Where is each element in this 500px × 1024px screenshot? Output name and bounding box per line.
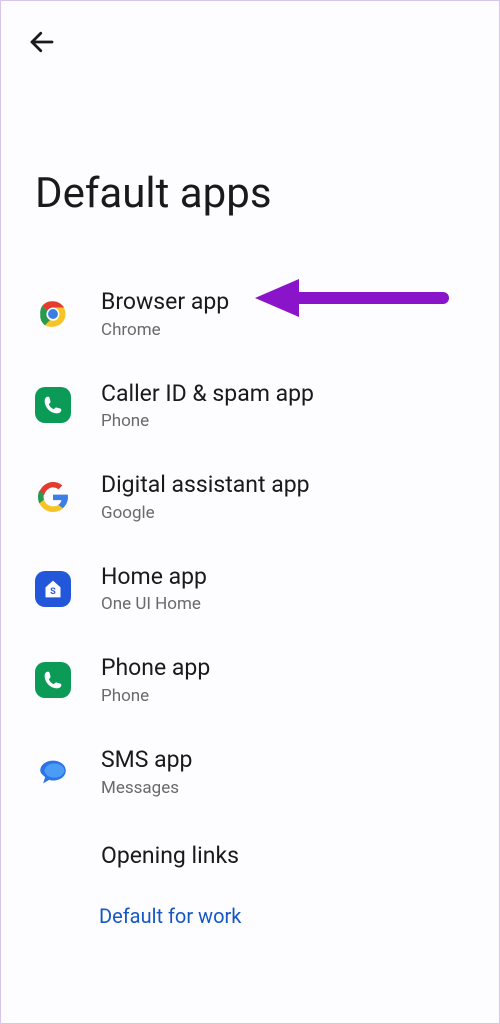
row-subtitle: Chrome — [101, 320, 229, 340]
row-title: Caller ID & spam app — [101, 380, 314, 408]
row-caller-id-app[interactable]: Caller ID & spam app Phone — [1, 360, 499, 452]
row-digital-assistant-app[interactable]: Digital assistant app Google — [1, 451, 499, 543]
row-title: Digital assistant app — [101, 471, 310, 499]
row-title: Browser app — [101, 288, 229, 316]
back-button[interactable] — [25, 25, 59, 59]
row-title: Opening links — [101, 842, 239, 870]
google-icon — [35, 479, 71, 515]
spacer — [35, 838, 71, 874]
row-subtitle: Phone — [101, 411, 314, 431]
row-browser-app[interactable]: Browser app Chrome — [1, 268, 499, 360]
default-apps-list: Browser app Chrome Caller ID & spam app … — [1, 258, 499, 894]
row-subtitle: One UI Home — [101, 594, 207, 614]
chrome-icon — [35, 296, 71, 332]
phone-app-icon — [35, 387, 71, 423]
row-title: Phone app — [101, 654, 210, 682]
row-home-app[interactable]: S Home app One UI Home — [1, 543, 499, 635]
messages-icon — [35, 754, 71, 790]
row-subtitle: Messages — [101, 778, 192, 798]
one-ui-home-icon: S — [35, 571, 71, 607]
row-subtitle: Google — [101, 503, 310, 523]
back-arrow-icon — [27, 27, 57, 57]
page-title: Default apps — [1, 59, 499, 258]
row-title: Home app — [101, 563, 207, 591]
row-sms-app[interactable]: SMS app Messages — [1, 726, 499, 818]
default-for-work-link[interactable]: Default for work — [1, 894, 499, 928]
row-opening-links[interactable]: Opening links — [1, 818, 499, 894]
svg-text:S: S — [50, 587, 56, 597]
row-title: SMS app — [101, 746, 192, 774]
phone-app-icon — [35, 662, 71, 698]
row-subtitle: Phone — [101, 686, 210, 706]
row-phone-app[interactable]: Phone app Phone — [1, 634, 499, 726]
